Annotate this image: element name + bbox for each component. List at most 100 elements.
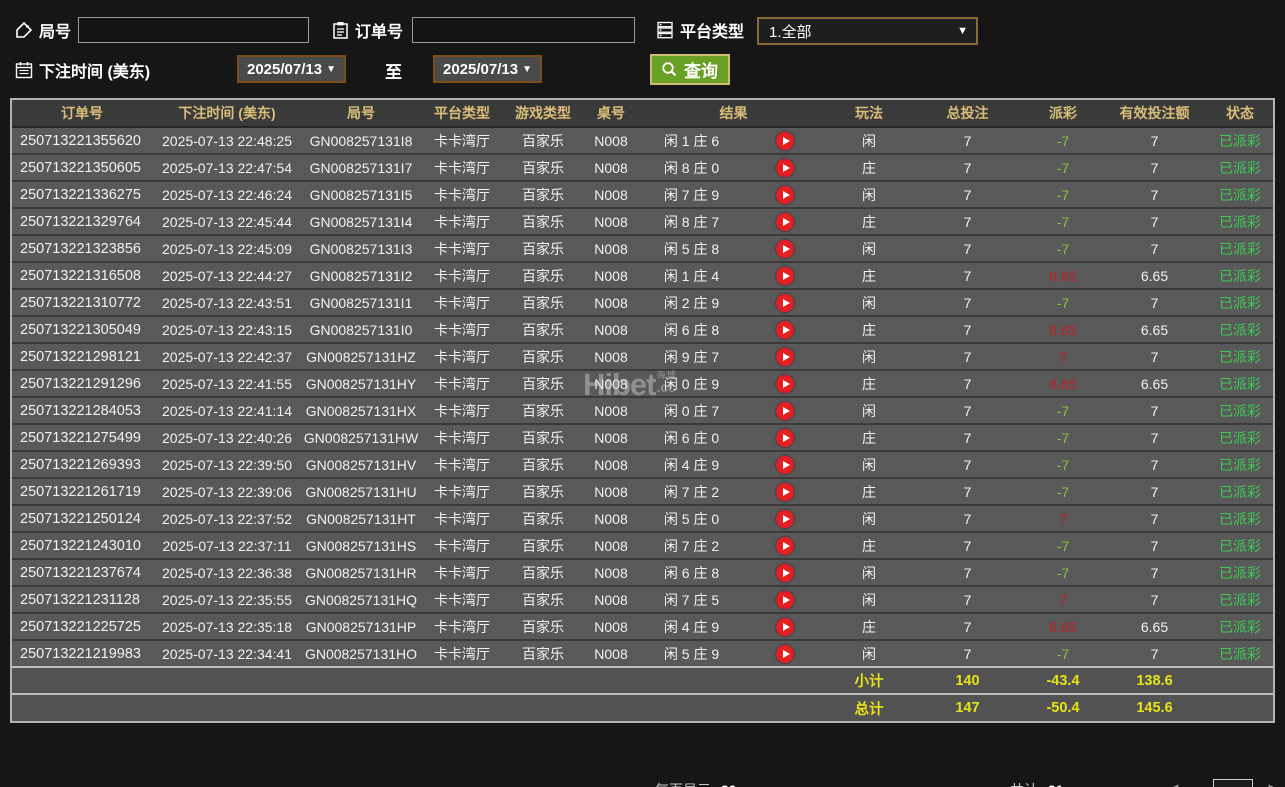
game-type-cell: 百家乐: [504, 585, 582, 613]
platform-type-value: 1.全部: [769, 23, 812, 41]
play-type-cell: 庄: [827, 531, 911, 559]
result-cell: 闲 6 庄 0: [640, 423, 743, 451]
order-id-cell: 250713221250124: [12, 504, 152, 532]
table-number-cell: N008: [582, 477, 640, 505]
payout-cell: -7: [1024, 396, 1102, 424]
play-video-icon[interactable]: [776, 482, 794, 501]
valid-bet-cell: 7: [1102, 288, 1207, 316]
query-button[interactable]: 查询: [650, 54, 730, 85]
play-video-icon[interactable]: [776, 320, 794, 339]
order-id-cell: 250713221316508: [12, 261, 152, 289]
total-bet-cell: 7: [911, 450, 1024, 478]
round-id-cell: GN008257131HQ: [302, 585, 420, 613]
status-badge: 已派彩: [1207, 477, 1273, 505]
video-cell: [743, 288, 827, 316]
date-to-picker[interactable]: 2025/07/13 ▼: [433, 55, 542, 83]
play-video-icon[interactable]: [776, 347, 794, 366]
order-number-label: 订单号: [330, 18, 403, 42]
chevron-down-icon: ▼: [957, 25, 968, 37]
play-video-icon[interactable]: [776, 293, 794, 312]
game-type-cell: 百家乐: [504, 450, 582, 478]
col-header-platform: 平台类型: [420, 100, 504, 128]
current-page-input[interactable]: 1: [1213, 779, 1253, 787]
result-cell: 闲 4 庄 9: [640, 450, 743, 478]
filter-bar: 局号 订单号 平台类型 1.全部 ▼ 下注时间 (美东) 2025/07/13 …: [0, 0, 1285, 96]
total-bet-cell: 7: [911, 558, 1024, 586]
bet-time-cell: 2025-07-13 22:39:50: [152, 450, 302, 478]
bet-time-cell: 2025-07-13 22:45:44: [152, 207, 302, 235]
round-number-input[interactable]: [78, 17, 309, 43]
play-video-icon[interactable]: [776, 428, 794, 447]
platform-cell: 卡卡湾厅: [420, 234, 504, 262]
col-header-play: 玩法: [827, 100, 911, 128]
video-cell: [743, 315, 827, 343]
table-row: 250713221231128 2025-07-13 22:35:55 GN00…: [12, 585, 1273, 613]
video-cell: [743, 153, 827, 181]
previous-page-icon[interactable]: ◄: [1168, 780, 1181, 787]
per-page-value[interactable]: 20: [721, 782, 737, 787]
game-type-cell: 百家乐: [504, 558, 582, 586]
order-number-input[interactable]: [412, 17, 635, 43]
next-page-icon[interactable]: ►: [1266, 780, 1279, 787]
play-type-cell: 闲: [827, 342, 911, 370]
play-video-icon[interactable]: [776, 590, 794, 609]
total-bet-cell: 7: [911, 261, 1024, 289]
order-id-cell: 250713221291296: [12, 369, 152, 397]
payout-cell: -7: [1024, 531, 1102, 559]
play-video-icon[interactable]: [776, 644, 794, 663]
video-cell: [743, 531, 827, 559]
table-number-cell: N008: [582, 423, 640, 451]
col-header-order: 订单号: [12, 100, 152, 128]
result-cell: 闲 0 庄 9: [640, 369, 743, 397]
status-badge: 已派彩: [1207, 288, 1273, 316]
bet-time-cell: 2025-07-13 22:47:54: [152, 153, 302, 181]
grand-total-label: 总计: [827, 693, 911, 721]
table-row: 250713221219983 2025-07-13 22:34:41 GN00…: [12, 639, 1273, 667]
date-from-picker[interactable]: 2025/07/13 ▼: [237, 55, 346, 83]
play-video-icon[interactable]: [776, 563, 794, 582]
result-cell: 闲 6 庄 8: [640, 558, 743, 586]
play-video-icon[interactable]: [776, 536, 794, 555]
table-row: 250713221250124 2025-07-13 22:37:52 GN00…: [12, 504, 1273, 532]
play-video-icon[interactable]: [776, 266, 794, 285]
play-video-icon[interactable]: [776, 239, 794, 258]
table-number-cell: N008: [582, 207, 640, 235]
play-video-icon[interactable]: [776, 131, 794, 150]
game-type-cell: 百家乐: [504, 261, 582, 289]
play-video-icon[interactable]: [776, 212, 794, 231]
payout-cell: -7: [1024, 558, 1102, 586]
video-cell: [743, 369, 827, 397]
valid-bet-cell: 7: [1102, 153, 1207, 181]
subtotal-total-bet: 140: [911, 666, 1024, 694]
date-to-value: 2025/07/13: [443, 60, 519, 78]
order-id-cell: 250713221298121: [12, 342, 152, 370]
round-id-cell: GN008257131HR: [302, 558, 420, 586]
play-video-icon[interactable]: [776, 374, 794, 393]
status-badge: 已派彩: [1207, 261, 1273, 289]
status-badge: 已派彩: [1207, 180, 1273, 208]
play-video-icon[interactable]: [776, 509, 794, 528]
platform-cell: 卡卡湾厅: [420, 288, 504, 316]
col-header-valid-bet: 有效投注额: [1102, 100, 1207, 128]
payout-cell: -7: [1024, 207, 1102, 235]
play-video-icon[interactable]: [776, 455, 794, 474]
platform-type-select[interactable]: 1.全部 ▼: [757, 17, 978, 45]
game-type-cell: 百家乐: [504, 477, 582, 505]
table-row: 250713221291296 2025-07-13 22:41:55 GN00…: [12, 369, 1273, 397]
game-type-cell: 百家乐: [504, 153, 582, 181]
status-badge: 已派彩: [1207, 396, 1273, 424]
video-cell: [743, 450, 827, 478]
table-number-cell: N008: [582, 639, 640, 667]
play-video-icon[interactable]: [776, 185, 794, 204]
order-id-cell: 250713221261719: [12, 477, 152, 505]
search-icon: [659, 60, 679, 80]
valid-bet-cell: 7: [1102, 207, 1207, 235]
payout-cell: 6.65: [1024, 612, 1102, 640]
play-video-icon[interactable]: [776, 617, 794, 636]
play-video-icon[interactable]: [776, 158, 794, 177]
order-id-cell: 250713221355620: [12, 127, 152, 154]
video-cell: [743, 612, 827, 640]
order-id-cell: 250713221336275: [12, 180, 152, 208]
valid-bet-cell: 6.65: [1102, 261, 1207, 289]
play-video-icon[interactable]: [776, 401, 794, 420]
